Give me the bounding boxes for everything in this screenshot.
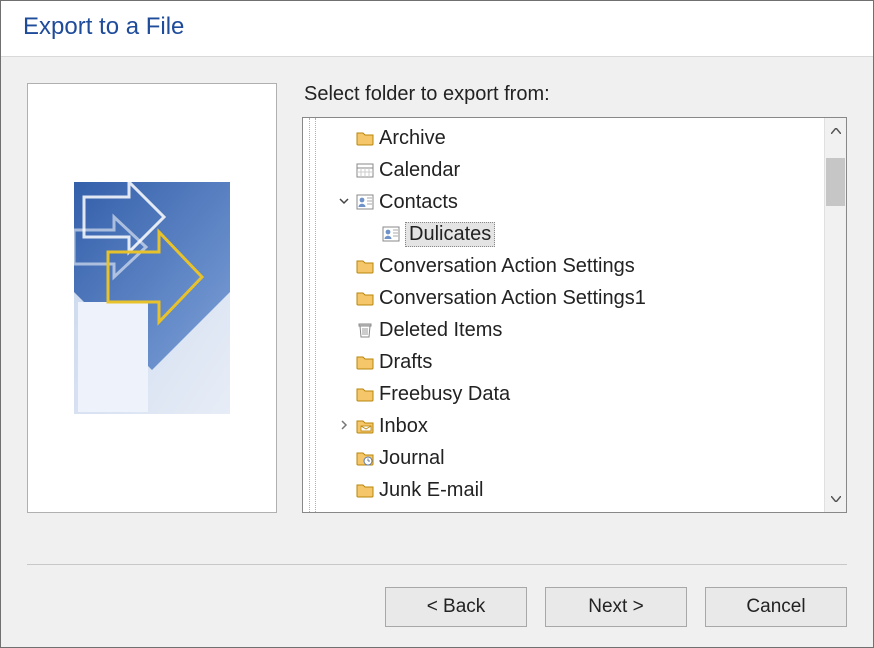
vertical-scrollbar[interactable] (824, 118, 846, 512)
folder-tree[interactable]: Archive Calendar Contacts Dulicates Conversa… (302, 117, 847, 513)
tree-item[interactable]: Dulicates (325, 218, 824, 250)
deleted-icon (355, 321, 375, 339)
chevron-down-icon (831, 496, 841, 502)
folder-icon (355, 129, 375, 147)
cancel-button[interactable]: Cancel (705, 587, 847, 627)
scroll-up-button[interactable] (825, 118, 846, 144)
contacts-icon (381, 225, 401, 243)
contacts-icon (355, 193, 375, 211)
scroll-thumb[interactable] (826, 158, 845, 206)
tree-item[interactable]: Conversation Action Settings1 (325, 282, 824, 314)
next-button[interactable]: Next > (545, 587, 687, 627)
tree-item[interactable]: Junk E-mail (325, 474, 824, 506)
folder-icon (355, 481, 375, 499)
tree-item-label: Junk E-mail (379, 479, 483, 502)
chevron-down-icon[interactable] (337, 195, 351, 209)
journal-icon (355, 449, 375, 467)
folder-icon (355, 353, 375, 371)
folder-icon (355, 257, 375, 275)
back-button[interactable]: < Back (385, 587, 527, 627)
dialog-title: Export to a File (1, 1, 873, 57)
wizard-graphic (74, 182, 230, 414)
tree-item-label: Archive (379, 127, 446, 150)
tree-item[interactable]: Drafts (325, 346, 824, 378)
tree-item-label: Conversation Action Settings (379, 255, 635, 278)
tree-gutter (303, 118, 325, 512)
tree-item[interactable]: Contacts (325, 186, 824, 218)
tree-item[interactable]: Freebusy Data (325, 378, 824, 410)
inbox-icon (355, 417, 375, 435)
content-area: Select folder to export from: Archive Cal… (27, 83, 847, 555)
scroll-track[interactable] (825, 144, 846, 486)
folder-icon (355, 289, 375, 307)
dialog-divider (27, 564, 847, 565)
tree-item[interactable]: Inbox (325, 410, 824, 442)
tree-scroll-area: Archive Calendar Contacts Dulicates Conversa… (325, 118, 824, 512)
scroll-down-button[interactable] (825, 486, 846, 512)
tree-item-label: Dulicates (405, 222, 495, 247)
wizard-graphic-panel (27, 83, 277, 513)
tree-item[interactable]: Deleted Items (325, 314, 824, 346)
tree-item-label: Conversation Action Settings1 (379, 287, 646, 310)
tree-item[interactable]: Journal (325, 442, 824, 474)
tree-item[interactable]: Conversation Action Settings (325, 250, 824, 282)
tree-item-label: Inbox (379, 415, 428, 438)
tree-item-label: Contacts (379, 191, 458, 214)
tree-item-label: Deleted Items (379, 319, 502, 342)
folder-select-panel: Select folder to export from: Archive Cal… (302, 83, 847, 513)
folder-icon (355, 385, 375, 403)
tree-item[interactable]: Calendar (325, 154, 824, 186)
chevron-up-icon (831, 128, 841, 134)
dialog-button-row: < Back Next > Cancel (385, 587, 847, 627)
dialog-title-text: Export to a File (23, 13, 184, 40)
tree-item-label: Freebusy Data (379, 383, 510, 406)
prompt-label: Select folder to export from: (304, 83, 847, 106)
tree-item[interactable]: Archive (325, 122, 824, 154)
tree-items: Archive Calendar Contacts Dulicates Conversa… (325, 118, 824, 506)
calendar-icon (355, 161, 375, 179)
tree-item-label: Calendar (379, 159, 460, 182)
chevron-right-icon[interactable] (337, 419, 351, 433)
tree-item-label: Journal (379, 447, 445, 470)
tree-item-label: Drafts (379, 351, 432, 374)
